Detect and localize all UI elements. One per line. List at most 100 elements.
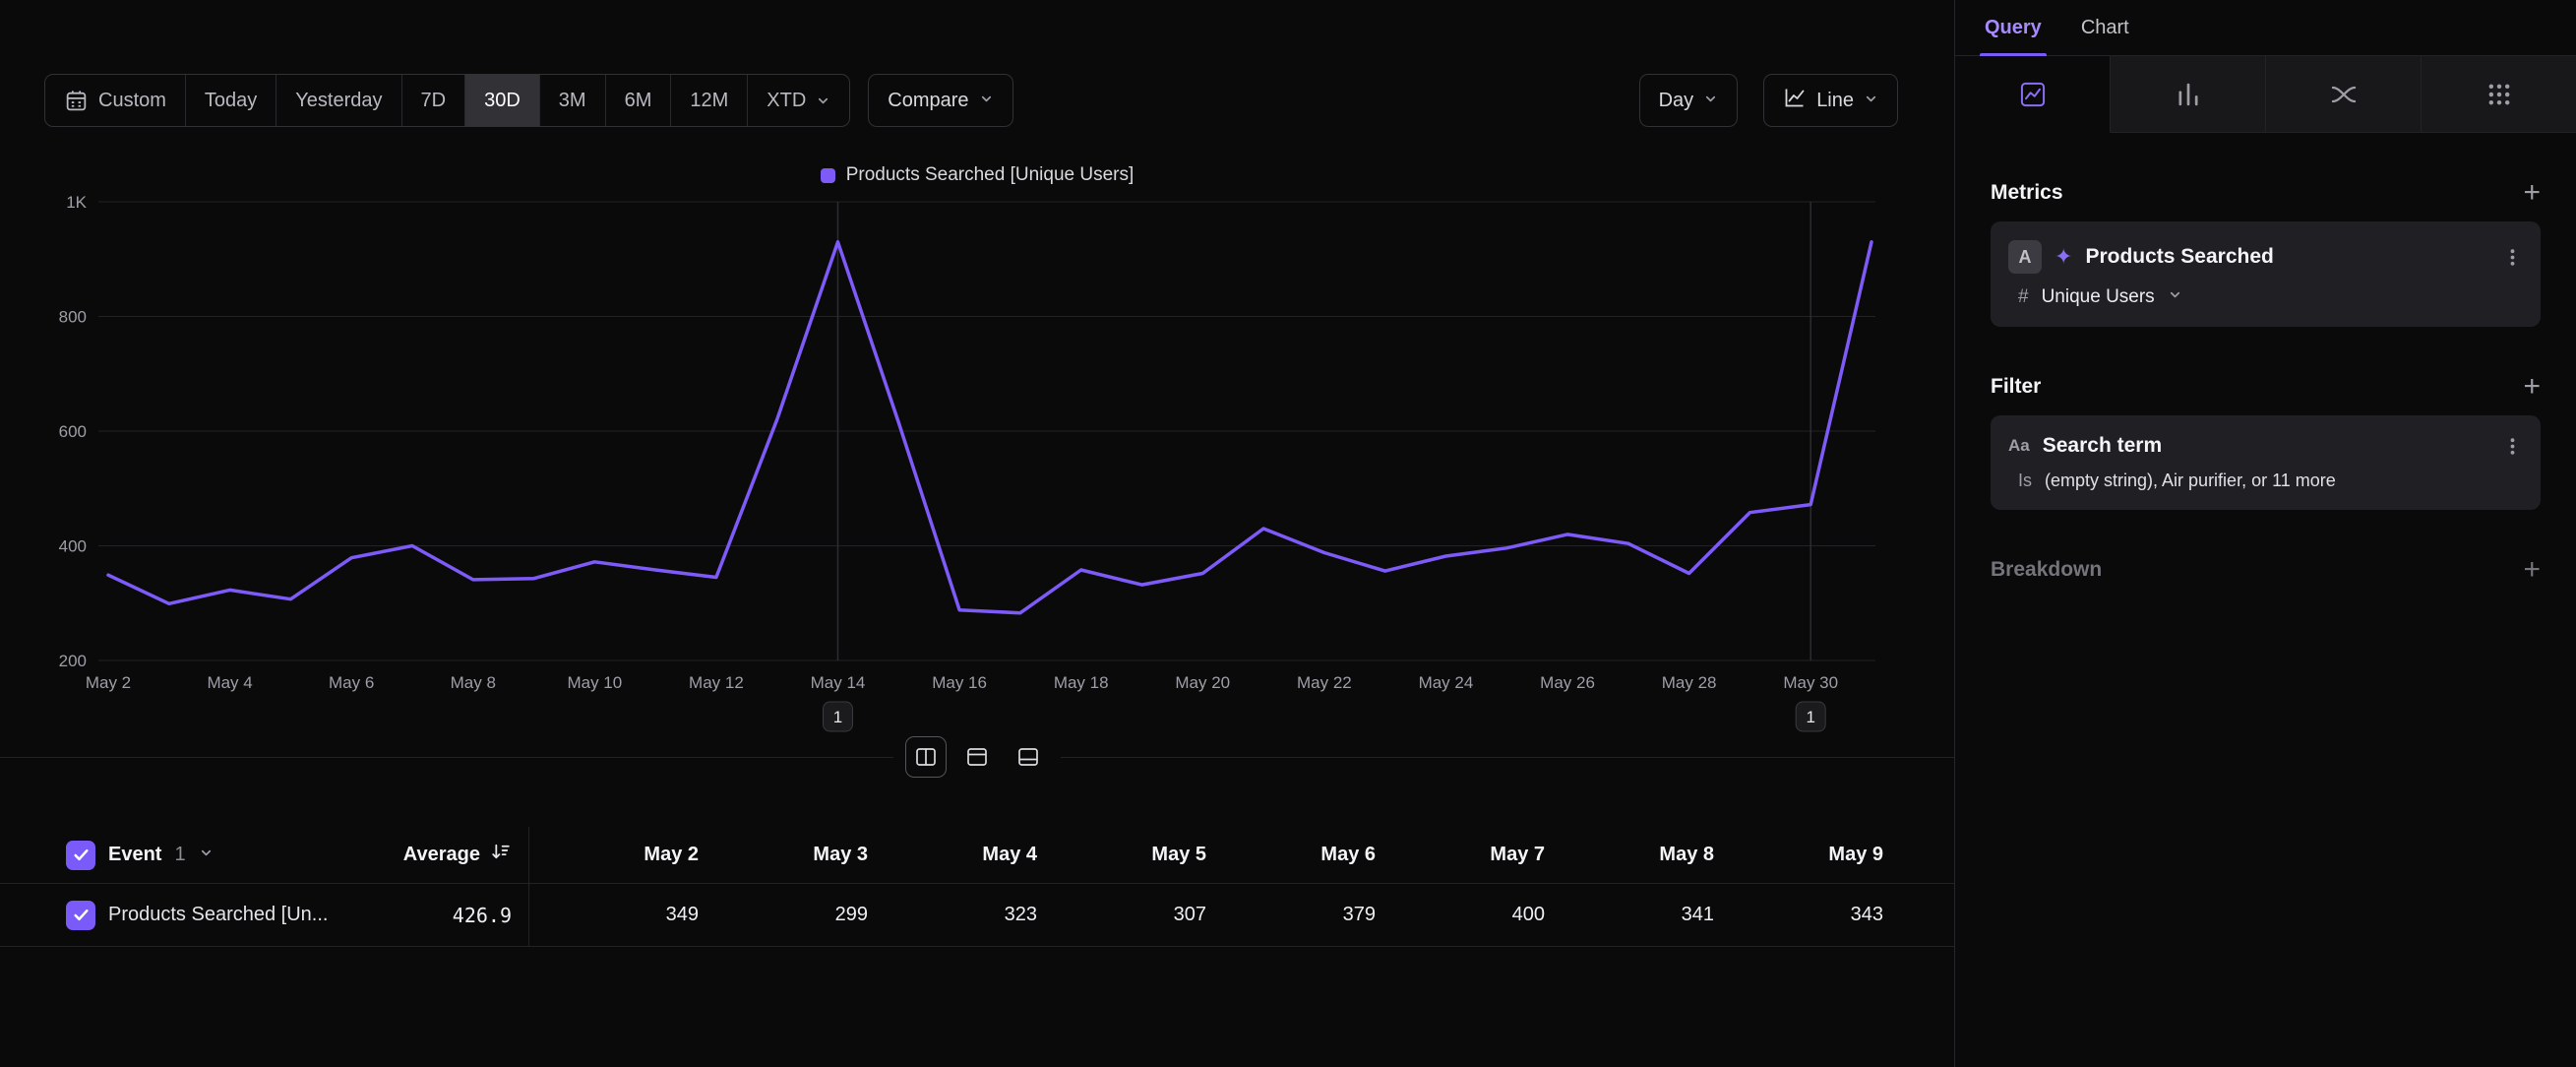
x-tick-label: May 24	[1419, 673, 1474, 692]
x-tick-label: May 20	[1175, 673, 1230, 692]
view-tab-bar-chart[interactable]	[2111, 56, 2266, 133]
chart-canvas[interactable]: 2004006008001KMay 2May 4May 6May 8May 10…	[41, 186, 1883, 739]
cell-value: 379	[1206, 904, 1376, 926]
annotation-badge[interactable]: 1	[1796, 702, 1825, 731]
average-header-cell[interactable]: Average	[374, 827, 512, 883]
x-tick-label: May 10	[567, 673, 622, 692]
layout-toggle-split-view[interactable]	[905, 736, 947, 778]
date-column-header[interactable]: May 8	[1545, 844, 1714, 866]
range-button-7d[interactable]: 7D	[402, 75, 466, 126]
metric-name[interactable]: Products Searched	[2085, 245, 2489, 269]
app-root: Custom Today Yesterday 7D 30D 3M 6M 12M XTD Comp…	[0, 0, 2576, 1067]
filter-condition-row[interactable]: Is (empty string), Air purifier, or 11 m…	[2008, 471, 2523, 491]
range-label: 6M	[625, 90, 652, 112]
pivot-grid-icon	[2485, 81, 2513, 108]
x-tick-label: May 22	[1297, 673, 1352, 692]
sort-icon[interactable]	[489, 841, 512, 869]
add-filter-button[interactable]: +	[2523, 374, 2541, 400]
flow-chart-icon	[2330, 81, 2358, 108]
filter-title: Filter	[1991, 375, 2041, 399]
range-button-xtd[interactable]: XTD	[748, 75, 849, 126]
date-column-header[interactable]: May 5	[1037, 844, 1206, 866]
add-breakdown-button[interactable]: +	[2523, 557, 2541, 583]
range-label: 7D	[421, 90, 447, 112]
filter-property-name[interactable]: Search term	[2043, 434, 2489, 458]
metric-card[interactable]: A ✦ Products Searched # Unique Users	[1991, 221, 2541, 327]
breakdown-section-header: Breakdown +	[1991, 557, 2541, 583]
x-tick-label: May 18	[1054, 673, 1109, 692]
date-column-header[interactable]: May 9	[1714, 844, 1883, 866]
panel-tab-query[interactable]: Query	[1985, 0, 2042, 55]
annotation-badge[interactable]: 1	[824, 702, 853, 731]
view-tab-pivot-grid[interactable]	[2422, 56, 2576, 133]
chevron-down-icon	[199, 844, 214, 866]
range-label: 12M	[690, 90, 728, 112]
range-button-custom[interactable]: Custom	[45, 75, 186, 126]
date-column-header[interactable]: May 2	[529, 844, 699, 866]
layout-toggle-chart-only[interactable]	[956, 736, 998, 778]
granularity-button[interactable]: Day	[1639, 74, 1739, 127]
y-tick-label: 800	[59, 308, 87, 327]
svg-text:1: 1	[833, 708, 842, 726]
event-count: 1	[174, 844, 185, 866]
view-tab-flow-chart[interactable]	[2266, 56, 2422, 133]
layout-toggle-table-only[interactable]	[1008, 736, 1049, 778]
line-chart-icon	[1783, 86, 1807, 109]
series-line[interactable]	[108, 242, 1871, 613]
cell-value: 307	[1037, 904, 1206, 926]
cell-value: 400	[1376, 904, 1545, 926]
average-header-label: Average	[403, 844, 480, 866]
add-metric-button[interactable]: +	[2523, 180, 2541, 206]
y-tick-label: 600	[59, 422, 87, 441]
filter-value[interactable]: (empty string), Air purifier, or 11 more	[2045, 471, 2336, 491]
event-sparkle-icon: ✦	[2055, 246, 2072, 268]
granularity-label: Day	[1659, 90, 1694, 112]
date-column-header[interactable]: May 7	[1376, 844, 1545, 866]
select-all-checkbox[interactable]	[66, 841, 95, 870]
line-chart-icon	[1783, 86, 1807, 115]
measure-row[interactable]: # Unique Users	[2008, 286, 2523, 308]
sort-icon	[489, 841, 512, 863]
cell-value: 323	[868, 904, 1037, 926]
kebab-menu-icon[interactable]	[2502, 436, 2523, 457]
date-column-header[interactable]: May 6	[1206, 844, 1376, 866]
panel-tab-chart[interactable]: Chart	[2081, 0, 2129, 55]
chevron-down-icon	[2168, 287, 2182, 302]
range-button-3m[interactable]: 3M	[540, 75, 606, 126]
row-average-value: 426.9	[374, 884, 512, 946]
x-tick-label: May 12	[689, 673, 744, 692]
compare-button[interactable]: Compare	[868, 74, 1012, 127]
cell-value: 343	[1714, 904, 1883, 926]
visualization-tab-bar	[1955, 56, 2576, 133]
range-label: XTD	[767, 90, 806, 112]
chevron-down-icon	[1864, 92, 1878, 106]
query-panel: Query Chart Metrics + A ✦ Products Search…	[1955, 0, 2576, 1067]
legend-label: Products Searched [Unique Users]	[846, 164, 1135, 186]
event-header-cell[interactable]: Event 1	[66, 827, 374, 883]
range-label: Yesterday	[295, 90, 382, 112]
range-button-30d[interactable]: 30D	[465, 75, 540, 126]
filter-operator[interactable]: Is	[2018, 471, 2032, 491]
range-button-today[interactable]: Today	[186, 75, 276, 126]
range-label: 3M	[559, 90, 586, 112]
metrics-section-header: Metrics +	[1991, 180, 2541, 206]
row-checkbox[interactable]	[66, 901, 95, 930]
check-icon	[72, 906, 91, 924]
split-view-icon	[914, 745, 938, 769]
date-column-header[interactable]: May 4	[868, 844, 1037, 866]
calendar-icon	[64, 89, 89, 113]
kebab-menu-icon[interactable]	[2502, 247, 2523, 268]
range-button-yesterday[interactable]: Yesterday	[276, 75, 401, 126]
chevron-down-icon	[1703, 90, 1718, 112]
panel-tab-bar: Query Chart	[1955, 0, 2576, 56]
range-button-12m[interactable]: 12M	[671, 75, 748, 126]
view-tab-line-chart[interactable]	[1955, 56, 2111, 133]
chart-legend: Products Searched [Unique Users]	[0, 164, 1954, 186]
date-column-header[interactable]: May 3	[699, 844, 868, 866]
range-label: Custom	[98, 90, 166, 112]
metrics-title: Metrics	[1991, 181, 2063, 205]
table-row: Products Searched [Un...426.934929932330…	[0, 884, 1954, 947]
chart-type-button[interactable]: Line	[1763, 74, 1898, 127]
range-button-6m[interactable]: 6M	[606, 75, 672, 126]
filter-card[interactable]: Aa Search term Is (empty string), Air pu…	[1991, 415, 2541, 510]
